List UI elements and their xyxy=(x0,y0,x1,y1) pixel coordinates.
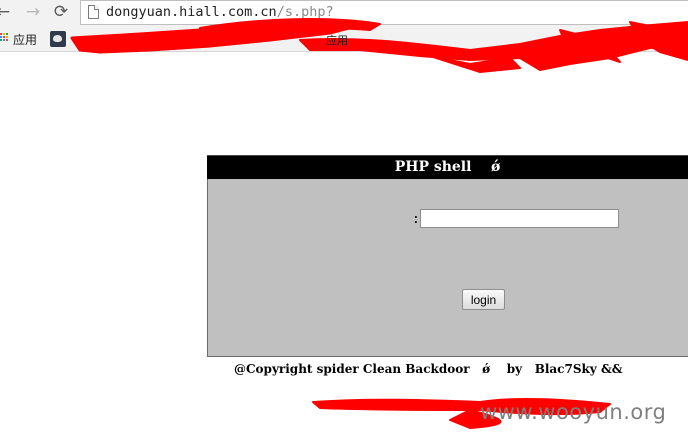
bookmark-apps-label[interactable]: 应用 xyxy=(13,31,37,48)
forward-icon[interactable]: → xyxy=(24,2,42,22)
url-host: dongyuan.hiall.com.cn xyxy=(106,4,277,20)
page: ← → ⟳ dongyuan.hiall.com.cn/s.php? 应用 应用… xyxy=(0,0,688,443)
url-text[interactable]: dongyuan.hiall.com.cn/s.php? xyxy=(106,4,334,20)
address-bar[interactable]: dongyuan.hiall.com.cn/s.php? xyxy=(80,0,688,25)
url-path: /s.php? xyxy=(276,4,334,20)
bookmark-label[interactable]: 应用 xyxy=(326,32,348,48)
bookmark-site-icon[interactable] xyxy=(50,31,66,47)
panel-title: PHP shell ǿ xyxy=(394,159,501,175)
back-icon[interactable]: ← xyxy=(0,2,12,22)
login-button[interactable]: login xyxy=(462,289,505,310)
apps-icon[interactable] xyxy=(0,33,9,42)
browser-toolbar: ← → ⟳ dongyuan.hiall.com.cn/s.php? xyxy=(0,0,688,26)
password-input[interactable] xyxy=(420,209,619,228)
password-label: : xyxy=(412,212,420,227)
copyright-text: @Copyright spider Clean Backdoor ǿ by Bl… xyxy=(234,362,623,376)
watermark: www.wooyun.org xyxy=(480,400,667,424)
login-panel: : login xyxy=(207,179,688,357)
page-icon xyxy=(88,5,99,19)
reload-icon[interactable]: ⟳ xyxy=(52,2,70,22)
panel-header: PHP shell ǿ xyxy=(207,155,688,179)
bookmark-fragment xyxy=(232,38,241,40)
